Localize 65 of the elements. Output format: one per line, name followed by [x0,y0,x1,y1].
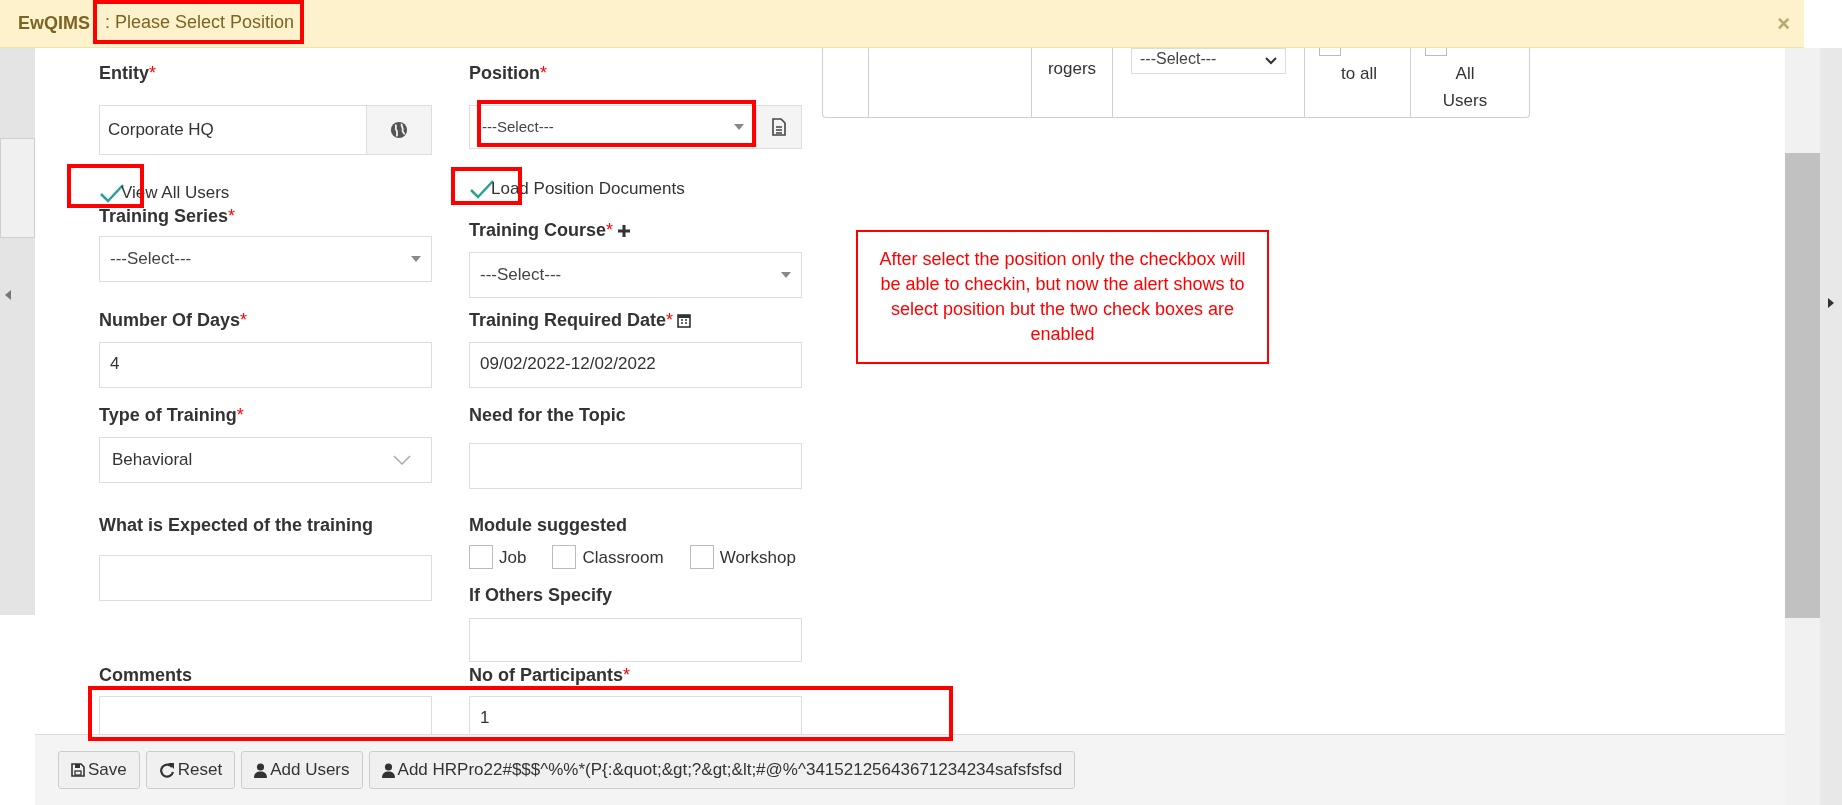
required-mark: * [540,61,547,85]
field-label: What is Expected of the training [99,514,374,537]
save-icon [71,763,85,777]
select-field[interactable]: ---Select--- [99,235,432,282]
input-field[interactable]: 1 [469,696,802,734]
document-button[interactable] [757,105,802,149]
required-mark: * [228,205,236,228]
scroll-right-icon[interactable] [1827,298,1835,308]
text-area[interactable] [99,554,432,601]
footer-button[interactable]: Add Users [241,751,363,789]
select-field[interactable]: ---Select--- [469,105,757,149]
document-icon [772,118,786,136]
user-icon [254,762,268,778]
chevron-down-icon [1265,57,1277,65]
input-field[interactable] [99,696,432,734]
annotation-note: After select the position only the checkbox will be able to checkin, but now the alert shows to select position but the two check boxes are enabled [856,230,1269,364]
required-mark: * [666,309,674,332]
checkbox[interactable] [469,545,493,570]
input-field[interactable]: 09/02/2022-12/02/2022 [469,341,802,388]
required-mark: * [240,309,248,332]
checkbox-label: to all [1340,63,1378,85]
field-label: Position [469,61,540,85]
footer-button[interactable]: Add HRPro22#$$$^%%*(P{:&quot;&gt;?&gt;&lt;#@%^34152125643671234234safsfsfsd [368,751,1076,789]
field-label: No of Participants [469,663,624,687]
required-mark: * [236,404,244,427]
checkbox-label: All Users [1441,63,1489,112]
field-label: If Others Specify [469,583,613,607]
text-area[interactable] [469,442,802,489]
table-cell-text: rogers [1047,58,1097,80]
text-area[interactable] [469,618,802,662]
checkbox[interactable] [552,545,577,570]
checkbox-label: Workshop [719,546,796,569]
alert-message: : Please Select Position [93,0,305,44]
scrollbar-thumb[interactable] [1785,153,1820,618]
checkbox-label: Classroom [582,546,664,569]
field-label: Entity [99,61,149,85]
field-label: Number Of Days [99,309,241,332]
field-label: Comments [99,663,192,687]
required-mark: * [149,61,157,85]
required-mark: * [606,219,614,242]
app-name: EwQIMS [18,12,90,35]
chevron-down-icon [393,454,411,465]
field-label: Need for the Topic [469,404,626,427]
select-field[interactable]: ---Select--- [1131,48,1286,74]
select-field[interactable]: ---Select--- [469,251,802,298]
checkbox[interactable] [1319,48,1341,56]
dropdown-field[interactable]: Behavioral [99,436,432,483]
user-icon [381,762,395,778]
field-label: Training Series [99,205,229,228]
footer-button[interactable]: Save [58,751,140,789]
checkbox[interactable] [1425,48,1447,56]
input-field[interactable]: 4 [99,341,432,388]
field-label: Module suggested [469,514,627,537]
required-mark: * [623,663,631,687]
caret-icon [411,255,421,262]
checkbox-label: Job [499,546,527,569]
caret-icon [734,124,744,130]
redo-icon [158,762,175,778]
field-label: Training Required Date [469,309,667,332]
field-label: Training Course [469,219,607,242]
field-label: Type of Training [99,404,237,427]
footer-button[interactable]: Reset [145,751,236,789]
checkbox[interactable] [689,545,714,570]
caret-icon [781,271,791,278]
scroll-left-icon[interactable] [4,290,12,300]
